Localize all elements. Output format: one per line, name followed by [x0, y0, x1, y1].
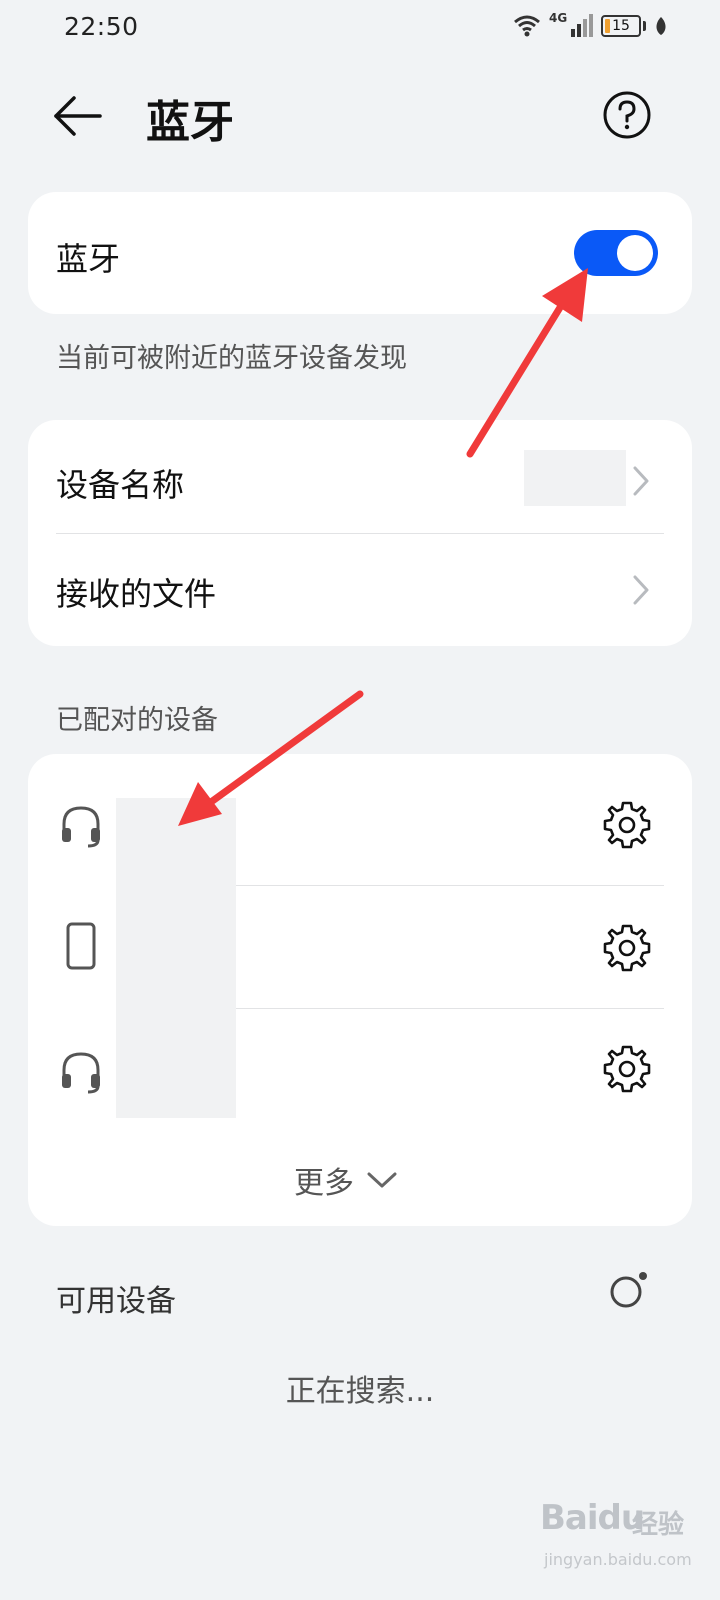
- device-settings-card: 设备名称 接收的文件: [28, 420, 692, 646]
- page-title: 蓝牙: [146, 97, 234, 148]
- watermark-label: 经验: [632, 1510, 685, 1540]
- wifi-icon: [514, 15, 540, 37]
- status-bar: 22:50 4G 15: [0, 0, 720, 56]
- arrow-left-icon: [54, 96, 102, 136]
- bluetooth-toggle[interactable]: [574, 230, 658, 276]
- received-files-label: 接收的文件: [56, 575, 217, 613]
- gear-icon[interactable]: [602, 923, 652, 973]
- device-name-row[interactable]: 设备名称: [28, 420, 692, 533]
- battery-percent: 15: [612, 18, 630, 34]
- back-button[interactable]: [50, 88, 114, 144]
- searching-status: 正在搜索...: [285, 1374, 435, 1409]
- baidu-watermark: Baidu 经验 jingyan.baidu.com: [540, 1490, 700, 1590]
- more-button[interactable]: 更多: [294, 1158, 398, 1202]
- leaf-icon: [656, 17, 666, 35]
- battery-icon: 15: [601, 15, 641, 37]
- signal-icon: [571, 14, 593, 37]
- status-time: 22:50: [64, 12, 139, 41]
- chevron-right-icon: [633, 466, 649, 496]
- more-label: 更多: [294, 1166, 354, 1201]
- gear-icon[interactable]: [602, 800, 652, 850]
- chevron-right-icon: [633, 575, 649, 605]
- redacted-device-names: [116, 798, 236, 1118]
- help-button[interactable]: [602, 90, 652, 140]
- headset-icon: [62, 1052, 100, 1094]
- watermark-url: jingyan.baidu.com: [544, 1550, 692, 1569]
- phone-icon: [66, 922, 96, 970]
- chevron-down-icon: [367, 1172, 397, 1188]
- bluetooth-card: 蓝牙: [28, 192, 692, 314]
- help-circle-icon: [603, 91, 651, 139]
- battery-tip: [643, 21, 646, 31]
- device-name-label: 设备名称: [56, 466, 185, 504]
- status-icons: 4G 15: [513, 11, 668, 40]
- device-name-value: [524, 450, 626, 506]
- scanning-spinner-icon: [610, 1272, 647, 1308]
- paired-devices-card: 更多: [28, 754, 692, 1226]
- received-files-row[interactable]: 接收的文件: [28, 533, 692, 646]
- available-section-title: 可用设备: [56, 1284, 176, 1319]
- gear-icon[interactable]: [602, 1044, 652, 1094]
- paired-section-title: 已配对的设备: [56, 705, 218, 736]
- visibility-hint: 当前可被附近的蓝牙设备发现: [56, 343, 407, 374]
- bluetooth-label: 蓝牙: [56, 240, 121, 278]
- toggle-knob: [617, 235, 653, 271]
- watermark-brand: Baidu: [540, 1498, 645, 1538]
- cellular-signal: 4G: [549, 11, 593, 39]
- headset-icon: [62, 806, 100, 848]
